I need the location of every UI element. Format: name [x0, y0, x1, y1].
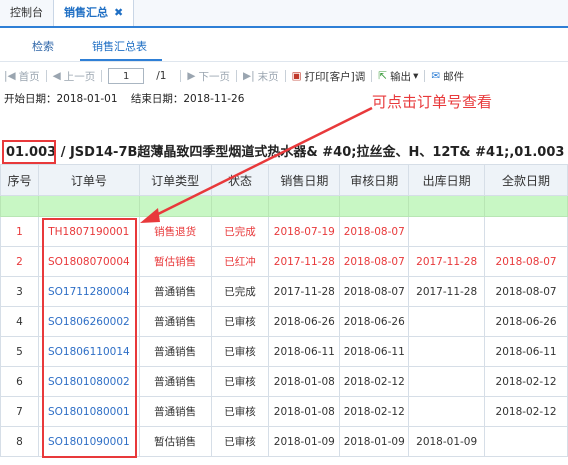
annotation-arrow — [140, 106, 373, 223]
arrow-line — [149, 106, 373, 220]
arrow-head — [140, 208, 160, 223]
